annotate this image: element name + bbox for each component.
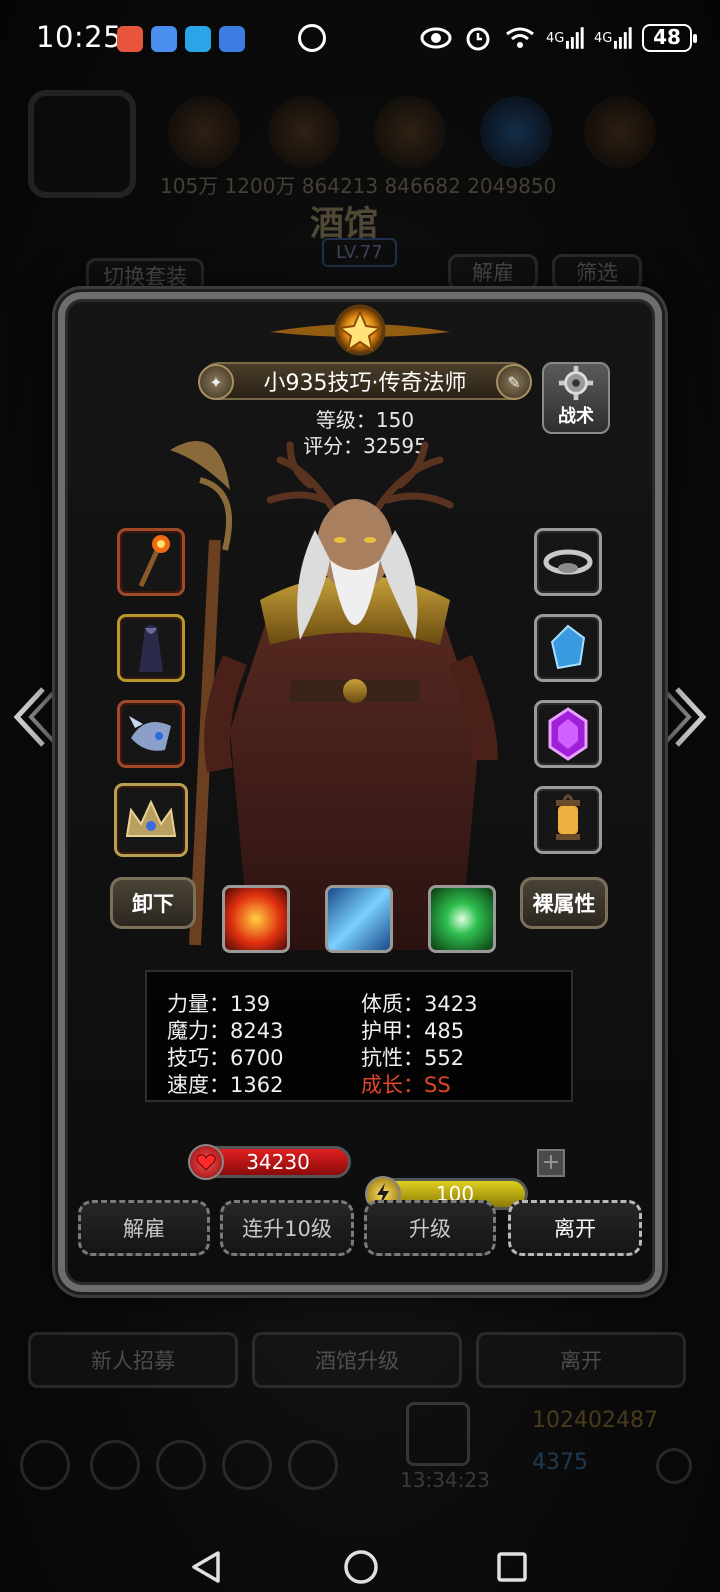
bare-attributes-button[interactable]: 裸属性 <box>520 877 608 929</box>
tactics-label: 战术 <box>558 406 594 427</box>
hp-value: 34230 <box>246 1150 310 1174</box>
alarm-icon <box>462 22 494 54</box>
dismiss-button[interactable]: 解雇 <box>78 1200 210 1256</box>
bottom-timer: 13:34:23 <box>400 1468 490 1492</box>
hero-level: 等级：150 <box>315 408 415 432</box>
badge-icon: ✦ <box>198 364 234 400</box>
search-app-icon <box>185 26 211 52</box>
blue-crystal-slot[interactable] <box>534 614 602 682</box>
weather-app-icon <box>219 26 245 52</box>
resource-orb <box>168 96 240 168</box>
gem-amount: 4375 <box>532 1450 588 1475</box>
signal-label: 4G <box>594 30 613 46</box>
stats-panel: 力量：139 体质：3423 魔力：8243 护甲：485 技巧：6700 抗性… <box>145 970 573 1102</box>
menu-icon[interactable] <box>156 1440 206 1490</box>
resource-orb <box>480 96 552 168</box>
upgrade-button[interactable]: 升级 <box>364 1200 496 1256</box>
bg-leave-button[interactable]: 离开 <box>476 1332 686 1388</box>
recents-icon[interactable] <box>496 1551 528 1587</box>
stat-resistance: 抗性：552 <box>361 1046 465 1070</box>
hero-portrait <box>140 430 560 950</box>
tavern-portrait <box>28 90 136 198</box>
back-icon[interactable] <box>190 1550 222 1588</box>
lantern-icon <box>556 794 580 840</box>
leave-button[interactable]: 离开 <box>508 1200 642 1256</box>
green-light-icon[interactable] <box>428 885 496 953</box>
gold-crown-slot[interactable] <box>114 783 188 857</box>
silver-ring-slot[interactable] <box>534 528 602 596</box>
gift-icon[interactable] <box>406 1402 470 1466</box>
dragon-helm-slot[interactable] <box>117 700 185 768</box>
next-hero-arrow[interactable] <box>656 682 712 752</box>
menu-icon[interactable] <box>90 1440 140 1490</box>
purple-gem-slot[interactable] <box>534 700 602 768</box>
fire-staff-slot[interactable] <box>117 528 185 596</box>
heart-icon <box>188 1144 224 1180</box>
hero-name-plate: ✦ 小935技巧·传奇法师 ✎ <box>198 362 532 400</box>
signal-icon-1: 4G <box>546 22 584 54</box>
hero-name: 小935技巧·传奇法师 <box>263 371 467 396</box>
stat-skill: 技巧：6700 <box>167 1046 284 1070</box>
system-nav-bar <box>0 1538 720 1592</box>
tactics-button[interactable]: 战术 <box>542 362 610 434</box>
ice-slash-icon[interactable] <box>325 885 393 953</box>
gold-amount: 102402487 <box>532 1408 658 1433</box>
blue-crystal-icon <box>550 624 586 670</box>
prev-hero-arrow[interactable] <box>8 682 64 752</box>
unequip-button[interactable]: 卸下 <box>110 877 196 929</box>
resource-orb <box>374 96 446 168</box>
add-energy-button[interactable]: + <box>537 1149 565 1177</box>
mi-app-icon <box>117 26 143 52</box>
dark-robe-slot[interactable] <box>117 614 185 682</box>
gold-crown-icon <box>125 799 177 837</box>
dialog-crest-icon <box>270 298 450 358</box>
battery-indicator: 48 <box>642 24 697 52</box>
vpn-icon <box>298 24 326 52</box>
status-bar: 10:25 4G 4G 48 <box>0 0 720 78</box>
bg-filter-button[interactable]: 筛选 <box>552 254 642 290</box>
recruit-button[interactable]: 新人招募 <box>28 1332 238 1388</box>
stat-growth: 成长：SS <box>361 1073 451 1097</box>
resource-orb <box>584 96 656 168</box>
add-icon[interactable] <box>656 1448 692 1484</box>
menu-icon[interactable] <box>288 1440 338 1490</box>
menu-icon[interactable] <box>20 1440 70 1490</box>
status-time: 10:25 <box>36 20 123 54</box>
bg-dismiss-button[interactable]: 解雇 <box>448 254 538 290</box>
purple-gem-icon <box>548 707 588 761</box>
music-app-icon <box>151 26 177 52</box>
menu-icon[interactable] <box>222 1440 272 1490</box>
status-right: 4G 4G 48 <box>420 18 697 58</box>
game-screen: 10:25 4G 4G 48 105万 1200万 864213 846682 … <box>0 0 720 1592</box>
dragon-helm-icon <box>129 716 171 751</box>
resources-text: 105万 1200万 864213 846682 2049850 <box>160 174 557 198</box>
tavern-level: LV.77 <box>322 238 397 267</box>
stat-armor: 护甲：485 <box>361 1019 465 1043</box>
silver-ring-icon <box>543 549 593 575</box>
stat-magic: 魔力：8243 <box>167 1019 284 1043</box>
dark-robe-icon <box>139 625 163 672</box>
level-up-10-button[interactable]: 连升10级 <box>220 1200 354 1256</box>
signal-label: 4G <box>546 30 565 46</box>
switch-set-button[interactable]: 切换套装 <box>86 258 204 294</box>
eye-icon <box>420 22 452 54</box>
resource-orb <box>268 96 340 168</box>
wifi-icon <box>504 22 536 54</box>
signal-icon-2: 4G <box>594 22 632 54</box>
stat-strength: 力量：139 <box>167 992 271 1016</box>
hp-bar: 34230 <box>188 1144 351 1180</box>
stat-speed: 速度：1362 <box>167 1073 284 1097</box>
home-icon[interactable] <box>343 1549 379 1589</box>
tavern-upgrade-button[interactable]: 酒馆升级 <box>252 1332 462 1388</box>
edit-name-icon[interactable]: ✎ <box>496 364 532 400</box>
lantern-slot[interactable] <box>534 786 602 854</box>
stat-constitution: 体质：3423 <box>361 992 478 1016</box>
fire-staff-icon <box>138 535 170 588</box>
fire-burst-icon[interactable] <box>222 885 290 953</box>
gear-icon <box>558 365 594 401</box>
